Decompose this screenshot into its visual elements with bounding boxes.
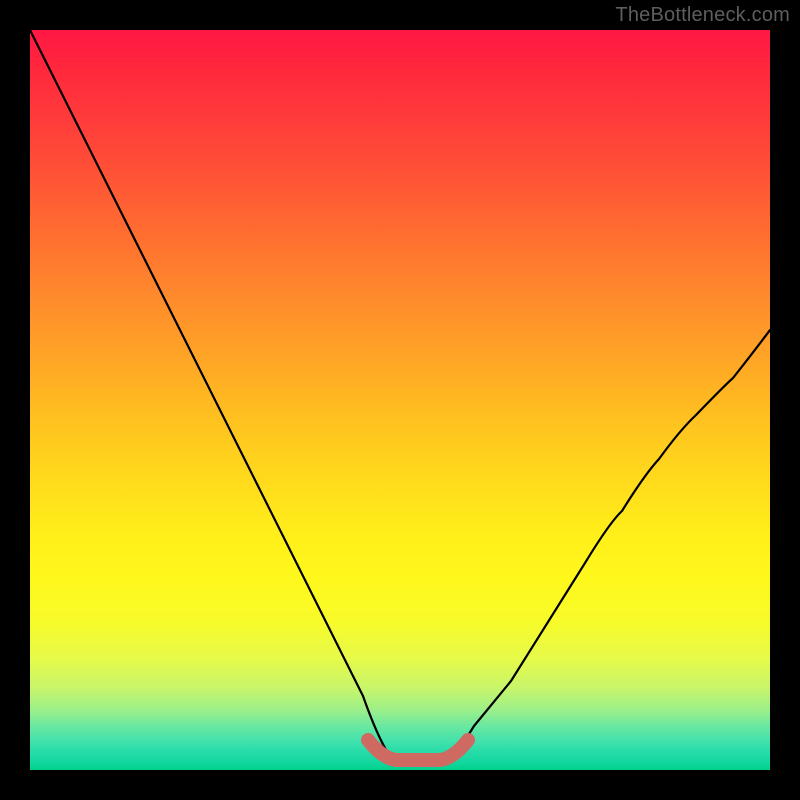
chart-frame: TheBottleneck.com bbox=[0, 0, 800, 800]
bottleneck-curve-line bbox=[30, 30, 770, 762]
plot-area bbox=[30, 30, 770, 770]
chart-svg bbox=[30, 30, 770, 770]
watermark-text: TheBottleneck.com bbox=[615, 4, 790, 27]
